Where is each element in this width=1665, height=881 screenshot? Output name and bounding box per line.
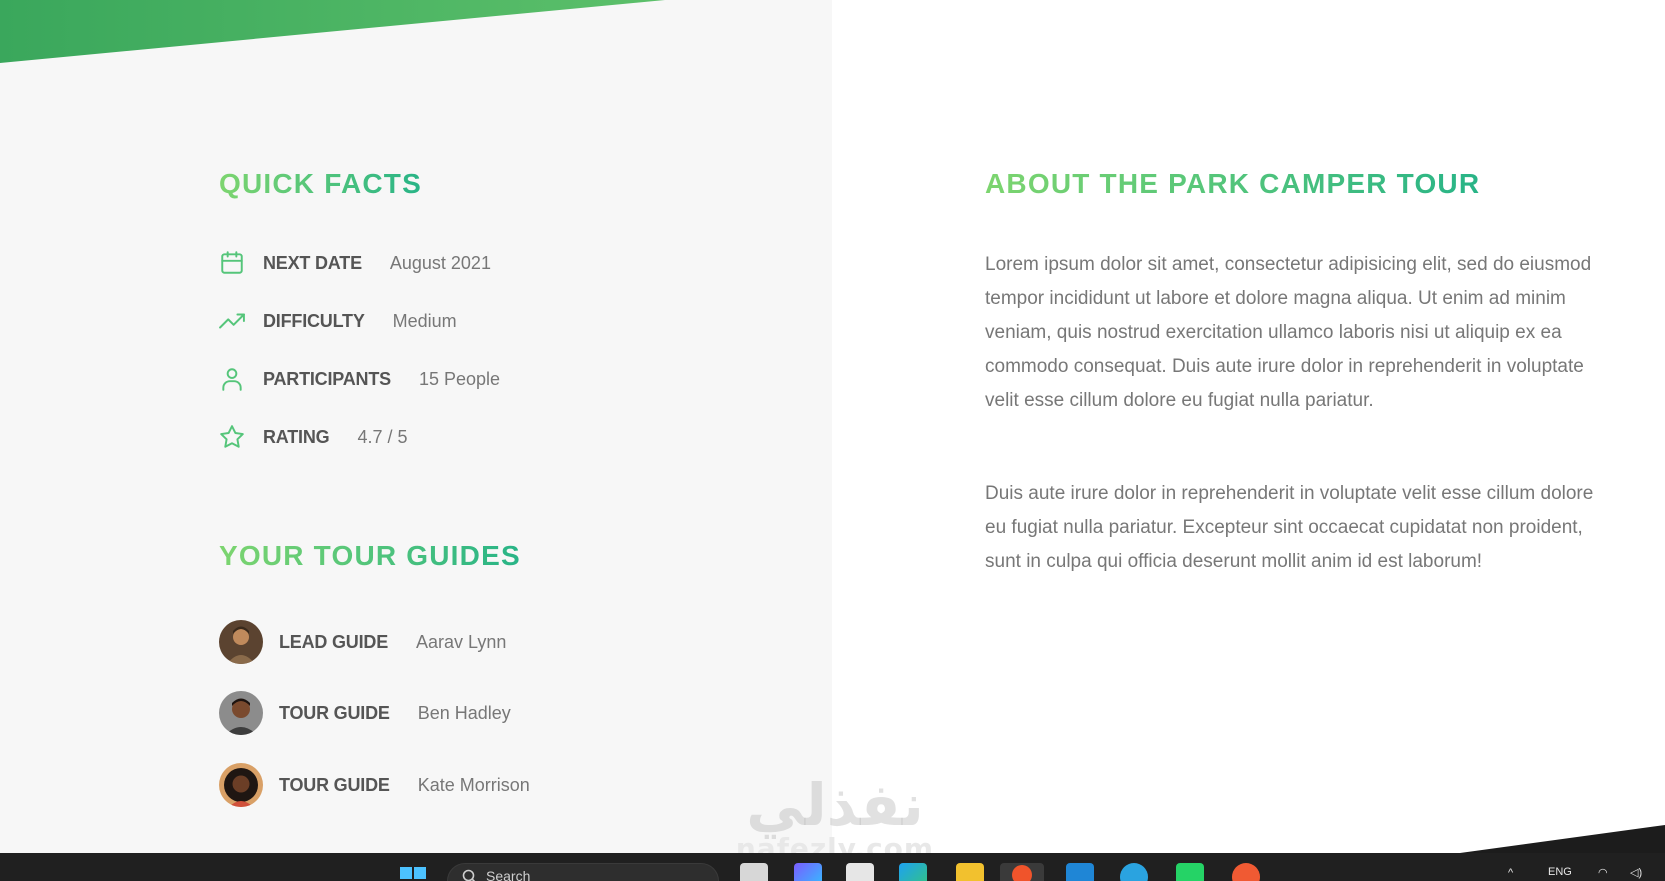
brave-icon[interactable] bbox=[1000, 863, 1044, 881]
fact-value: 4.7 / 5 bbox=[357, 426, 408, 447]
file-explorer-icon[interactable] bbox=[956, 863, 984, 881]
guide-name: Ben Hadley bbox=[417, 702, 511, 723]
user-icon bbox=[219, 366, 245, 392]
fact-participants: PARTICIPANTS 15 People bbox=[219, 364, 500, 394]
calendar-icon bbox=[219, 250, 245, 276]
guide-role: LEAD GUIDE bbox=[279, 631, 389, 652]
avatar bbox=[219, 620, 263, 664]
guide-row: TOUR GUIDE Ben Hadley bbox=[219, 691, 511, 735]
search-placeholder: Search bbox=[486, 868, 531, 881]
fact-label: PARTICIPANTS bbox=[263, 368, 391, 389]
tray-language[interactable]: ENG bbox=[1548, 866, 1572, 878]
windows-start-icon[interactable] bbox=[399, 866, 427, 881]
guide-name: Kate Morrison bbox=[417, 774, 530, 795]
search-icon bbox=[462, 869, 478, 881]
avatar bbox=[219, 691, 263, 735]
wifi-icon[interactable]: ◠ bbox=[1598, 866, 1608, 879]
guide-role: TOUR GUIDE bbox=[279, 702, 390, 723]
quick-facts-heading: QUICK FACTS bbox=[219, 168, 422, 199]
fact-label: DIFFICULTY bbox=[263, 310, 365, 331]
right-column bbox=[832, 0, 1665, 853]
taskbar-search[interactable]: Search bbox=[447, 863, 719, 881]
taskbar: Search ^ ENG ◠ ◁) bbox=[0, 853, 1665, 881]
postman-icon[interactable] bbox=[1232, 863, 1260, 881]
page: QUICK FACTS NEXT DATE August 2021 DIFFIC… bbox=[0, 0, 1665, 881]
tray-chevron-icon[interactable]: ^ bbox=[1508, 867, 1513, 879]
tour-guides-heading: YOUR TOUR GUIDES bbox=[219, 540, 521, 571]
trending-up-icon bbox=[219, 308, 245, 334]
telegram-icon[interactable] bbox=[1120, 863, 1148, 881]
star-icon bbox=[219, 424, 245, 450]
avatar bbox=[219, 763, 263, 807]
about-paragraph-1: Lorem ipsum dolor sit amet, consectetur … bbox=[985, 254, 1592, 411]
about-paragraph-2: Duis aute irure dolor in reprehenderit i… bbox=[985, 483, 1594, 572]
volume-icon[interactable]: ◁) bbox=[1630, 866, 1642, 879]
vscode-icon[interactable] bbox=[1066, 863, 1094, 881]
fact-rating: RATING 4.7 / 5 bbox=[219, 422, 408, 452]
fact-label: NEXT DATE bbox=[263, 252, 362, 273]
whatsapp-icon[interactable] bbox=[1176, 863, 1204, 881]
guide-row: LEAD GUIDE Aarav Lynn bbox=[219, 620, 506, 664]
fact-value: 15 People bbox=[418, 368, 501, 389]
store-icon[interactable] bbox=[846, 863, 874, 881]
guide-row: TOUR GUIDE Kate Morrison bbox=[219, 763, 530, 807]
edge-icon[interactable] bbox=[899, 863, 927, 881]
fact-next-date: NEXT DATE August 2021 bbox=[219, 248, 491, 278]
widgets-icon[interactable] bbox=[794, 863, 822, 881]
fact-value: Medium bbox=[392, 310, 457, 331]
guide-role: TOUR GUIDE bbox=[279, 774, 390, 795]
fact-label: RATING bbox=[263, 426, 330, 447]
about-heading: ABOUT THE PARK CAMPER TOUR bbox=[985, 168, 1481, 199]
task-view-icon[interactable] bbox=[740, 863, 768, 881]
fact-difficulty: DIFFICULTY Medium bbox=[219, 306, 457, 336]
guide-name: Aarav Lynn bbox=[416, 631, 507, 652]
fact-value: August 2021 bbox=[389, 252, 491, 273]
